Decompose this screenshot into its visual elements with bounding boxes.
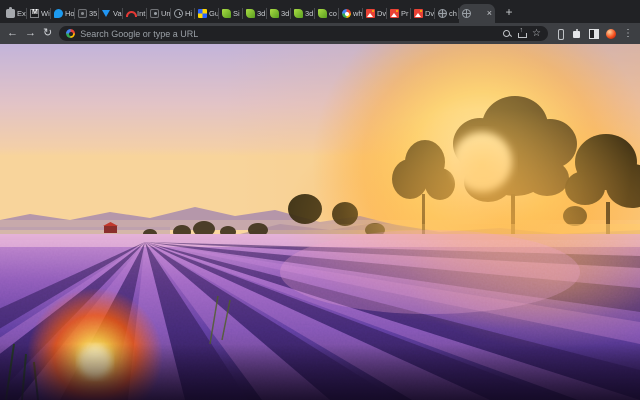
omnibox-input[interactable] [80, 29, 497, 39]
tab-label: Va [113, 9, 122, 18]
toolbar: ← → ↻ ☆ ⋮ [0, 23, 640, 44]
tab[interactable]: 3d [243, 4, 267, 23]
tab-close-icon[interactable]: × [487, 9, 493, 18]
profile-avatar[interactable] [606, 29, 616, 39]
tab-label: 3d [257, 9, 265, 18]
tab[interactable]: Va [99, 4, 123, 23]
tab-label: Dv [425, 9, 434, 18]
tab[interactable]: 3d [291, 4, 315, 23]
tab-label: Int [137, 9, 145, 18]
tab-label: Hi [185, 9, 192, 18]
tab[interactable]: Si [219, 4, 243, 23]
leaf-icon [270, 9, 279, 18]
tab[interactable]: ch [435, 4, 459, 23]
twitter-icon [54, 9, 63, 18]
photos-icon [390, 9, 399, 18]
tab-label: ch [449, 9, 457, 18]
tab[interactable]: co [315, 4, 339, 23]
tab-label: Ext [17, 9, 27, 18]
checker-icon [198, 9, 207, 18]
photos-icon [414, 9, 423, 18]
leaf-icon [246, 9, 255, 18]
m-icon [30, 9, 39, 18]
zoom-search-icon[interactable] [502, 29, 512, 39]
tab-label: wh [353, 9, 363, 18]
device-extension-icon[interactable] [555, 29, 565, 39]
tab-label: Ho [65, 9, 75, 18]
tab-label: 3d [281, 9, 289, 18]
tab[interactable]: 3d [267, 4, 291, 23]
puzzle-icon [6, 9, 15, 18]
tab[interactable]: Int [123, 4, 147, 23]
tab-label: Wi [41, 9, 50, 18]
tab-strip-tabs: Ext Wi Ho 35 Va Int Un Hi Gu Si 3d 3d 3d co wh Dv Pr Dv ch… [3, 4, 495, 23]
tab-label: Gu [209, 9, 219, 18]
tab-label: co [329, 9, 337, 18]
leaf-icon [294, 9, 303, 18]
omnibox[interactable]: ☆ [59, 26, 548, 41]
history-icon [174, 9, 183, 18]
extensions-puzzle-icon[interactable] [572, 29, 582, 39]
menu-kebab-icon[interactable]: ⋮ [623, 29, 633, 39]
tab[interactable]: Dv [363, 4, 387, 23]
photos-icon [366, 9, 375, 18]
tab[interactable]: Ho [51, 4, 75, 23]
leaf-icon [318, 9, 327, 18]
wallpaper [0, 44, 640, 400]
tab[interactable]: Un [147, 4, 171, 23]
tab-label: Si [233, 9, 240, 18]
new-tab-button[interactable]: + [501, 5, 517, 21]
tab[interactable]: Ext [3, 4, 27, 23]
tab-strip: Ext Wi Ho 35 Va Int Un Hi Gu Si 3d 3d 3d co wh Dv Pr Dv ch… [0, 0, 640, 23]
v-icon [102, 9, 111, 18]
badge-icon [150, 9, 159, 18]
globe-icon [438, 9, 447, 18]
tab[interactable]: Wi [27, 4, 51, 23]
lavender-sunset-scene [0, 44, 640, 400]
google-search-icon [66, 29, 75, 38]
tab-label: Dv [377, 9, 386, 18]
tab[interactable]: Pr [387, 4, 411, 23]
browser-window: Ext Wi Ho 35 Va Int Un Hi Gu Si 3d 3d 3d co wh Dv Pr Dv ch… [0, 0, 640, 400]
tab-label: 3d [305, 9, 313, 18]
forward-icon[interactable]: → [25, 28, 36, 39]
bookmark-star-icon[interactable]: ☆ [532, 29, 541, 39]
sidepanel-extension-icon[interactable] [589, 29, 599, 39]
tab[interactable]: Gu [195, 4, 219, 23]
reload-icon[interactable]: ↻ [43, 28, 52, 39]
tab[interactable]: 35 [75, 4, 99, 23]
tab[interactable]: Dv [411, 4, 435, 23]
tab-label: Pr [401, 9, 409, 18]
gauge-icon [126, 9, 135, 18]
leaf-icon [222, 9, 231, 18]
globe-icon [462, 9, 471, 18]
tab-label: Un [161, 9, 171, 18]
tab[interactable]: wh [339, 4, 363, 23]
tab[interactable]: Hi [171, 4, 195, 23]
tab-active[interactable]: × [459, 4, 495, 23]
camera-icon [78, 9, 87, 18]
google-icon [342, 9, 351, 18]
tab-label: 35 [89, 9, 97, 18]
share-icon[interactable] [517, 29, 527, 39]
back-icon[interactable]: ← [7, 28, 18, 39]
